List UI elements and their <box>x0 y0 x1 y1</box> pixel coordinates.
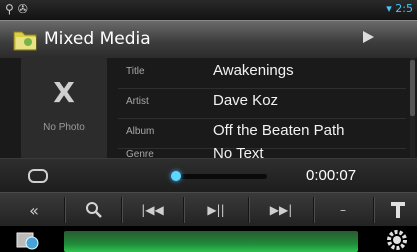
level-bar <box>64 231 358 252</box>
signal-icon: ⚲ <box>5 2 18 16</box>
info-value: Dave Koz <box>213 92 279 109</box>
info-row-genre[interactable]: Genre No Text <box>118 145 406 159</box>
info-row-artist[interactable]: Artist Dave Koz <box>118 88 406 119</box>
no-photo-label: No Photo <box>43 122 85 133</box>
search-button[interactable] <box>72 193 116 227</box>
info-value: Awakenings <box>213 62 294 79</box>
status-icons: ⚲✇ <box>5 2 32 16</box>
search-icon <box>86 202 102 218</box>
transport-controls: « |◀◀ ▶|| ▶▶| – <box>0 192 417 227</box>
divider <box>121 197 123 223</box>
info-value: No Text <box>213 145 264 159</box>
info-label: Title <box>126 66 145 77</box>
minus-button[interactable]: – <box>318 193 368 227</box>
track-info-panel: X No Photo Title Awakenings Artist Dave … <box>0 58 417 159</box>
elapsed-time: 0:00:07 <box>306 167 357 184</box>
info-value: Off the Beaten Path <box>213 122 345 139</box>
back-button[interactable]: « <box>14 193 54 227</box>
album-art: X No Photo <box>21 58 107 158</box>
eject-button[interactable] <box>381 193 415 227</box>
eject-icon <box>391 202 405 218</box>
seek-handle[interactable] <box>170 171 181 181</box>
scrollbar-thumb[interactable] <box>410 60 415 116</box>
status-clock: ▾ 2:5 <box>386 2 413 15</box>
previous-track-button[interactable]: |◀◀ <box>125 193 180 227</box>
repeat-icon[interactable] <box>28 169 48 183</box>
bottom-bar <box>0 226 417 252</box>
status-bar: ⚲✇ ▾ 2:5 <box>0 0 417 20</box>
divider <box>248 197 250 223</box>
source-title: Mixed Media <box>44 29 151 49</box>
info-row-title[interactable]: Title Awakenings <box>118 58 406 89</box>
wifi-icon: ▾ <box>386 2 396 15</box>
info-label: Artist <box>126 96 149 107</box>
progress-bar-area: 0:00:07 <box>0 158 417 193</box>
play-pause-button[interactable]: ▶|| <box>186 193 246 227</box>
divider <box>373 197 375 223</box>
play-arrow-icon[interactable] <box>363 31 374 43</box>
media-source-icon[interactable] <box>14 229 42 251</box>
next-track-button[interactable]: ▶▶| <box>252 193 310 227</box>
media-screen: ⚲✇ ▾ 2:5 Mixed Media X No Photo Title Aw… <box>0 0 417 252</box>
divider <box>183 197 185 223</box>
bluetooth-icon: ✇ <box>17 2 32 16</box>
gear-icon[interactable] <box>385 228 409 252</box>
info-label: Album <box>126 126 155 137</box>
divider <box>64 197 66 223</box>
media-folder-icon <box>13 31 37 51</box>
source-header[interactable]: Mixed Media <box>0 20 417 60</box>
seek-bar[interactable] <box>173 174 267 179</box>
no-photo-icon: X <box>53 76 75 109</box>
divider <box>313 197 315 223</box>
